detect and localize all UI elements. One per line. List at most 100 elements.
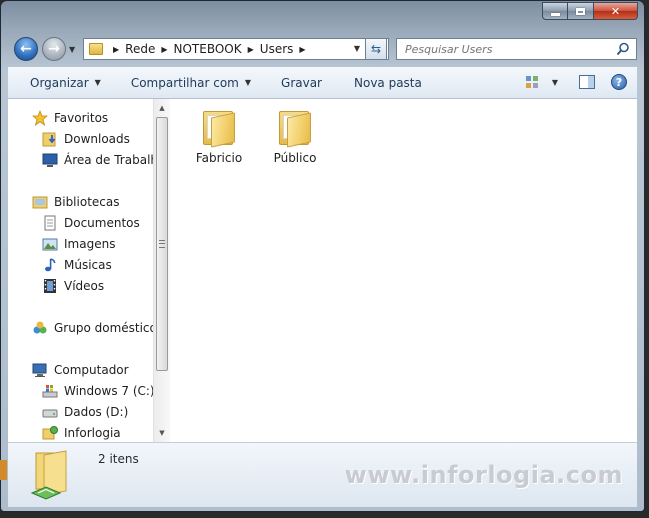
sidebar-item-label: Downloads: [64, 132, 130, 146]
search-input[interactable]: [403, 41, 612, 57]
scroll-up-icon[interactable]: ▲: [154, 100, 170, 116]
refresh-icon: ⇆: [370, 42, 382, 56]
organize-button[interactable]: Organizar ▼: [20, 72, 111, 94]
forward-arrow-icon: →: [48, 41, 60, 57]
forward-button[interactable]: →: [42, 37, 66, 61]
shared-folders-icon: [28, 449, 78, 504]
view-grid-icon: [526, 76, 538, 88]
breadcrumb-separator-icon[interactable]: ▶: [248, 45, 254, 54]
breadcrumb-notebook[interactable]: NOTEBOOK: [174, 42, 242, 56]
sidebar-item-label: Área de Trabalho: [64, 153, 153, 167]
sidebar-item-label: Computador: [54, 363, 129, 377]
music-icon: [42, 257, 58, 273]
sidebar-item-inforlogia[interactable]: Inforlogia: [42, 423, 121, 442]
sidebar-item-label: Bibliotecas: [54, 195, 120, 209]
minimize-icon: [550, 12, 560, 16]
help-button[interactable]: ?: [609, 72, 629, 92]
address-bar[interactable]: ▶ Rede ▶ NOTEBOOK ▶ Users ▶ ▼: [83, 38, 389, 60]
search-box[interactable]: [396, 38, 637, 60]
view-controls: ▼ ?: [515, 72, 629, 92]
folder-icon: [201, 109, 237, 148]
navigation-pane: Favoritos Downloads Área de Trabalho Bib…: [8, 99, 153, 442]
sidebar-item-drive-c[interactable]: Windows 7 (C:): [42, 381, 153, 401]
navigation-scrollbar[interactable]: ▲ ▼: [153, 99, 170, 442]
maximize-icon: [576, 7, 585, 15]
documents-icon: [42, 215, 58, 231]
breadcrumb-separator-icon[interactable]: ▶: [113, 45, 119, 54]
scrollbar-thumb[interactable]: [156, 117, 168, 371]
sidebar-item-music[interactable]: Músicas: [42, 255, 112, 275]
sidebar-item-label: Documentos: [64, 216, 140, 230]
search-icon[interactable]: [616, 42, 630, 56]
desktop-icon: [42, 152, 58, 168]
sidebar-item-libraries[interactable]: Bibliotecas: [32, 192, 119, 212]
sidebar-item-pictures[interactable]: Imagens: [42, 234, 115, 254]
new-folder-button[interactable]: Nova pasta: [344, 72, 432, 94]
item-count: 2 itens: [98, 452, 139, 466]
breadcrumb-users[interactable]: Users: [260, 42, 294, 56]
content-area: Favoritos Downloads Área de Trabalho Bib…: [8, 99, 637, 442]
star-icon: [31, 109, 49, 126]
back-button[interactable]: ←: [14, 37, 38, 61]
sidebar-item-desktop[interactable]: Área de Trabalho: [42, 150, 153, 170]
sidebar-item-label: Favoritos: [54, 111, 109, 125]
sidebar-item-computer[interactable]: Computador: [32, 360, 129, 380]
share-label: Compartilhar com: [130, 75, 239, 90]
folder-item-publico[interactable]: Público: [261, 109, 329, 165]
homegroup-icon: [32, 320, 48, 336]
sidebar-item-label: Vídeos: [64, 279, 105, 293]
chevron-down-icon: ▼: [551, 77, 559, 87]
folder-item-fabricio[interactable]: Fabricio: [185, 109, 253, 165]
organize-label: Organizar: [30, 75, 89, 90]
sidebar-item-label: Dados (D:): [64, 405, 129, 419]
background-accent: [0, 460, 7, 480]
watermark-text: www.inforlogia.com: [344, 461, 623, 489]
windows-drive-icon: [42, 383, 58, 399]
new-folder-label: Nova pasta: [354, 75, 422, 90]
file-list: Fabricio Público: [178, 99, 637, 442]
sidebar-item-label: Windows 7 (C:): [64, 384, 153, 398]
share-button[interactable]: Compartilhar com ▼: [121, 72, 261, 94]
refresh-button[interactable]: ⇆: [365, 38, 387, 60]
sidebar-item-favorites[interactable]: Favoritos: [31, 108, 109, 128]
close-button[interactable]: ✕: [594, 2, 638, 20]
network-folder-icon: [89, 43, 103, 55]
downloads-folder-icon: [42, 131, 58, 147]
sidebar-item-downloads[interactable]: Downloads: [42, 129, 130, 149]
breadcrumb-separator-icon[interactable]: ▶: [161, 45, 167, 54]
maximize-button[interactable]: [568, 2, 594, 20]
chevron-down-icon: ▼: [244, 78, 252, 87]
breadcrumb-separator-icon[interactable]: ▶: [299, 45, 305, 54]
minimize-button[interactable]: [542, 2, 568, 20]
folder-name: Fabricio: [195, 151, 243, 165]
folder-name: Público: [273, 151, 317, 165]
burn-button[interactable]: Gravar: [271, 72, 332, 94]
sidebar-item-videos[interactable]: Vídeos: [42, 276, 104, 296]
burn-label: Gravar: [281, 75, 322, 90]
computer-icon: [32, 362, 48, 378]
breadcrumb-rede[interactable]: Rede: [125, 42, 155, 56]
folder-icon: [277, 109, 313, 148]
pictures-icon: [42, 236, 58, 252]
sidebar-item-documents[interactable]: Documentos: [42, 213, 140, 233]
preview-pane-button[interactable]: [577, 72, 597, 92]
address-dropdown-icon[interactable]: ▼: [354, 44, 360, 53]
help-icon: ?: [611, 74, 627, 90]
network-drive-icon: [42, 425, 58, 441]
preview-pane-icon: [579, 75, 595, 89]
close-icon: ✕: [610, 4, 621, 18]
view-options-dropdown[interactable]: ▼: [545, 72, 565, 92]
hard-drive-icon: [42, 404, 58, 420]
sidebar-item-label: Imagens: [64, 237, 116, 251]
details-pane: 2 itens www.inforlogia.com: [8, 442, 637, 507]
sidebar-item-drive-d[interactable]: Dados (D:): [42, 402, 128, 422]
navigation-row: ← → ▼ ▶ Rede ▶ NOTEBOOK ▶ Users ▶ ▼ ⇆: [11, 35, 637, 63]
change-view-button[interactable]: [523, 72, 543, 92]
sidebar-item-label: Músicas: [64, 258, 112, 272]
sidebar-item-label: Inforlogia: [64, 426, 121, 440]
explorer-window: ✕ ← → ▼ ▶ Rede ▶ NOTEBOOK ▶ Users ▶ ▼ ⇆ …: [0, 0, 645, 512]
command-bar: Organizar ▼ Compartilhar com ▼ Gravar Nova…: [8, 67, 637, 99]
sidebar-item-homegroup[interactable]: Grupo doméstico: [32, 318, 153, 338]
recent-pages-dropdown[interactable]: ▼: [69, 45, 75, 54]
scroll-down-icon[interactable]: ▼: [154, 425, 170, 441]
